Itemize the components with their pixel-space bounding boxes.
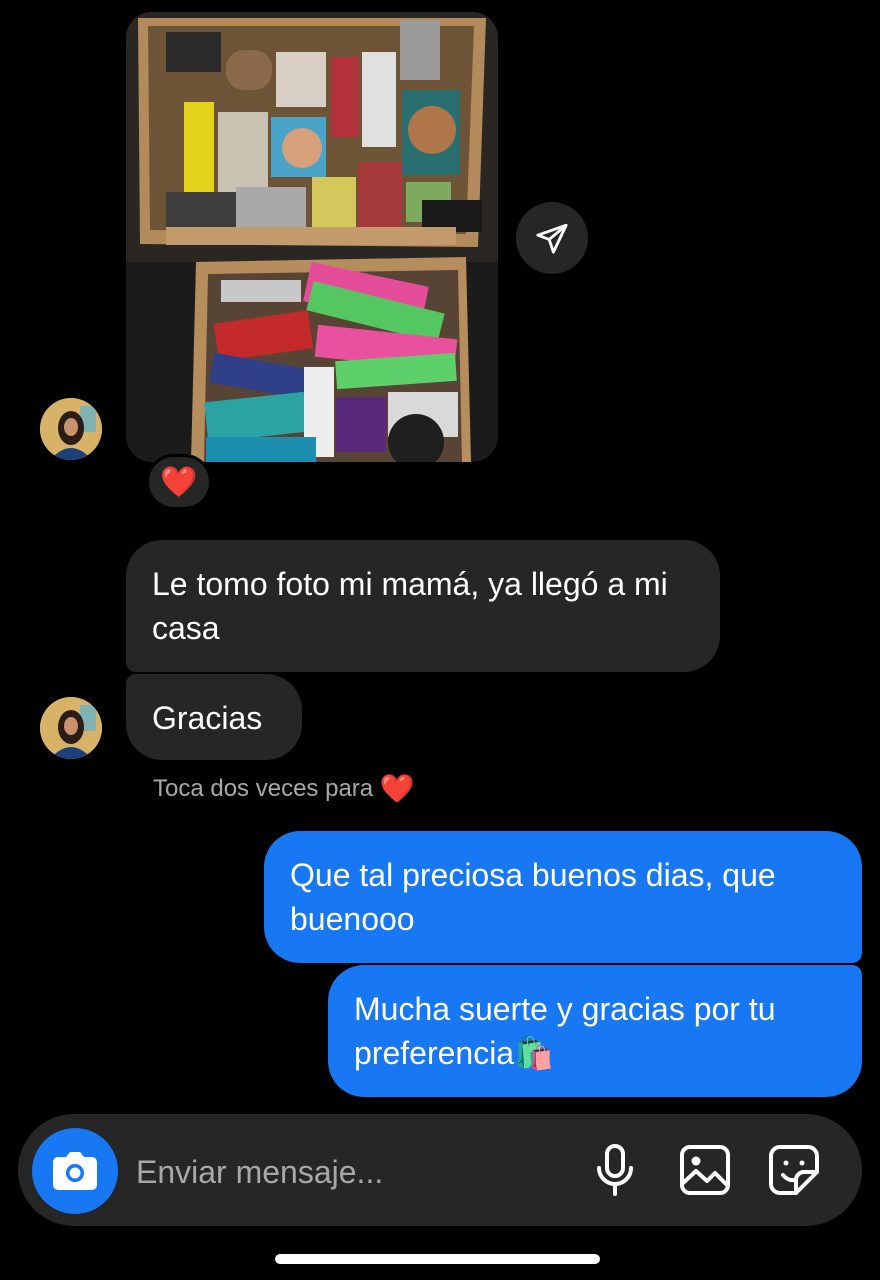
camera-button[interactable]	[32, 1128, 118, 1214]
sticker-button[interactable]	[764, 1140, 824, 1200]
avatar-image	[40, 398, 102, 460]
message-text: Mucha suerte y gracias por tu preferenci…	[354, 991, 776, 1071]
message-text: Que tal preciosa buenos dias, que buenoo…	[290, 857, 776, 937]
heart-reaction[interactable]: ❤️	[146, 454, 212, 510]
message-text: Le tomo foto mi mamá, ya llegó a mi casa	[152, 566, 668, 646]
message-input[interactable]	[136, 1140, 576, 1204]
hint-text: Toca dos veces para	[153, 775, 374, 802]
heart-icon: ❤️	[379, 773, 415, 804]
avatar[interactable]	[40, 697, 102, 759]
incoming-message[interactable]: Gracias	[126, 674, 302, 760]
heart-icon: ❤️	[160, 465, 198, 499]
sticker-icon	[769, 1145, 819, 1195]
microphone-button[interactable]	[585, 1140, 645, 1200]
photo-message[interactable]	[126, 12, 498, 462]
avatar[interactable]	[40, 398, 102, 460]
camera-icon	[53, 1152, 97, 1190]
outgoing-message[interactable]: Mucha suerte y gracias por tu preferenci…	[328, 965, 862, 1097]
home-indicator[interactable]	[275, 1254, 600, 1264]
double-tap-hint: Toca dos veces para ❤️	[153, 772, 415, 805]
makeup-boxes-photo	[126, 12, 498, 462]
outgoing-message[interactable]: Que tal preciosa buenos dias, que buenoo…	[264, 831, 862, 963]
microphone-icon	[597, 1144, 633, 1196]
avatar-image	[40, 697, 102, 759]
share-button[interactable]	[516, 202, 588, 274]
paper-plane-icon	[536, 223, 568, 254]
gallery-icon	[680, 1145, 730, 1195]
gallery-button[interactable]	[675, 1140, 735, 1200]
incoming-message[interactable]: Le tomo foto mi mamá, ya llegó a mi casa	[126, 540, 720, 672]
message-text: Gracias	[152, 700, 263, 736]
